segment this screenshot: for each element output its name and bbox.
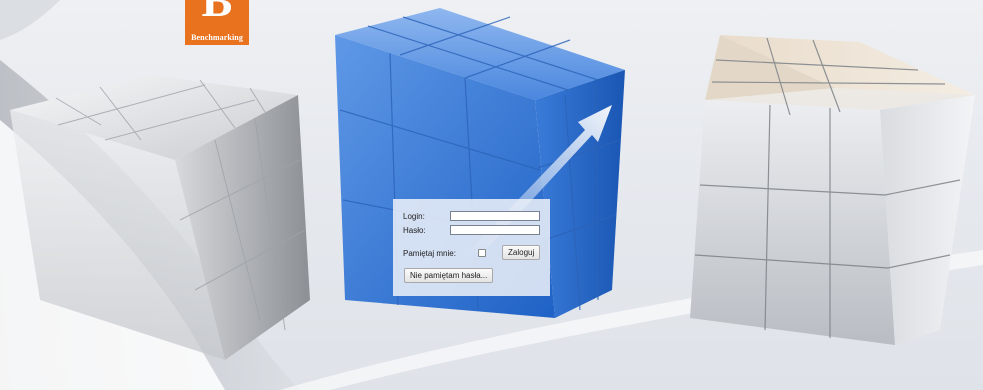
login-button[interactable]: Zaloguj [502,245,541,260]
logo-letter: B [201,0,233,26]
login-label: Login: [403,212,425,221]
remember-label: Pamiętaj mnie: [403,249,456,258]
password-input[interactable] [450,225,540,235]
benchmarking-logo: B Benchmarking [185,0,249,45]
login-input[interactable] [450,211,540,221]
login-page: B Benchmarking Login: Hasło: Pamiętaj mn… [0,0,983,390]
logo-name: Benchmarking [191,33,243,42]
remember-checkbox[interactable] [478,249,486,257]
forgot-password-button[interactable]: Nie pamiętam hasła... [404,268,494,283]
password-label: Hasło: [403,226,426,235]
background-illustration [0,0,983,390]
login-panel: Login: Hasło: Pamiętaj mnie: Zaloguj Nie… [393,199,550,296]
